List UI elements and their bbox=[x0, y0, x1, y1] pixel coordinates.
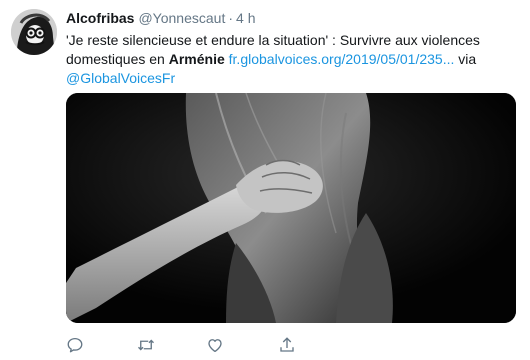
share-icon bbox=[280, 337, 294, 352]
retweet-button[interactable] bbox=[136, 336, 156, 356]
tweet-content: Alcofribas @Yonnescaut · 4 h 'Je reste sile… bbox=[66, 9, 516, 88]
article-link[interactable]: fr.globalvoices.org/2019/05/01/235... bbox=[229, 51, 455, 67]
author-handle[interactable]: @Yonnescaut bbox=[138, 10, 225, 26]
tweet-text-bold: Arménie bbox=[168, 51, 225, 67]
tweet[interactable]: Alcofribas @Yonnescaut · 4 h 'Je reste sile… bbox=[0, 0, 530, 360]
avatar-image bbox=[11, 9, 57, 55]
share-button[interactable] bbox=[278, 336, 298, 356]
mention-link[interactable]: @GlobalVoicesFr bbox=[66, 70, 175, 86]
avatar[interactable] bbox=[11, 9, 57, 55]
tweet-text: 'Je reste silencieuse et endure la situa… bbox=[66, 31, 516, 88]
tweet-text-via: via bbox=[454, 51, 477, 67]
media-photo bbox=[66, 93, 516, 323]
tweet-header: Alcofribas @Yonnescaut · 4 h bbox=[66, 9, 516, 27]
separator-dot: · bbox=[228, 10, 234, 26]
tweet-timestamp[interactable]: 4 h bbox=[236, 10, 255, 26]
tweet-actions bbox=[66, 336, 516, 356]
like-button[interactable] bbox=[206, 336, 226, 356]
like-icon bbox=[208, 339, 222, 353]
reply-button[interactable] bbox=[66, 336, 86, 356]
retweet-icon bbox=[138, 339, 154, 351]
author-name[interactable]: Alcofribas bbox=[66, 10, 134, 26]
tweet-media-image[interactable] bbox=[66, 93, 516, 323]
reply-icon bbox=[67, 337, 83, 353]
